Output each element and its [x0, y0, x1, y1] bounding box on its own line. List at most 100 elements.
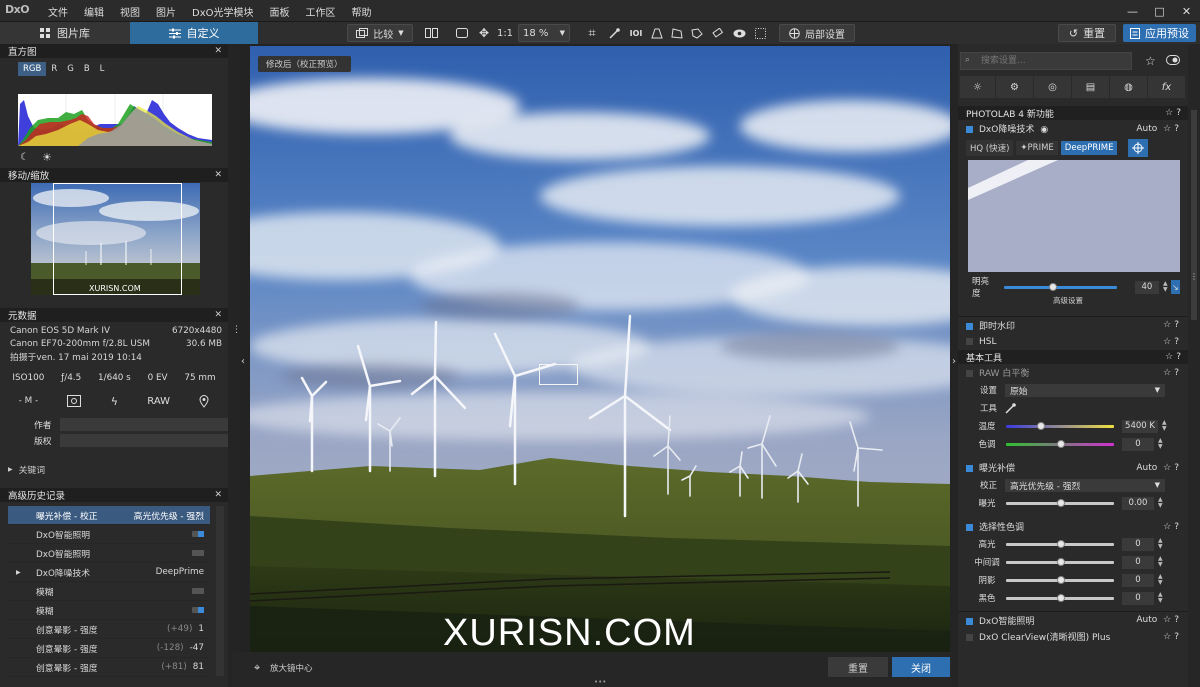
pin-icon[interactable]: ↘	[1170, 280, 1180, 294]
right-scrollbar[interactable]: ⋮	[1188, 44, 1200, 687]
help-icon[interactable]: ?	[1174, 632, 1182, 642]
help-icon[interactable]: ?	[1174, 368, 1182, 378]
star-icon[interactable]: ☆	[1163, 632, 1174, 642]
horizon-tool-button[interactable]: IOI	[625, 24, 647, 42]
slider-knob[interactable]	[1037, 421, 1045, 430]
enable-checkbox[interactable]	[966, 322, 973, 330]
help-icon[interactable]: ?	[1174, 522, 1182, 532]
color-palette-icon[interactable]: ⚙	[996, 76, 1033, 98]
enable-checkbox[interactable]	[966, 465, 973, 472]
moon-icon[interactable]: ☾	[20, 152, 29, 163]
channel-tab-g[interactable]: G	[62, 62, 79, 76]
picker-tool-button[interactable]	[604, 24, 624, 42]
image-viewer[interactable]: 修改后（校正预览） XURISN.COM	[250, 46, 950, 652]
enable-checkbox[interactable]	[966, 617, 973, 625]
history-item[interactable]: DxO智能照明	[8, 525, 210, 544]
help-icon[interactable]: ?	[1176, 352, 1184, 362]
tab-photo-library[interactable]: 图片库	[0, 22, 130, 44]
star-icon[interactable]: ☆	[1145, 54, 1156, 68]
enable-checkbox[interactable]	[966, 337, 973, 345]
slider-knob[interactable]	[1057, 498, 1065, 507]
history-item[interactable]: 创意晕影 - 强度 (+81) 81	[8, 658, 210, 677]
preview-button[interactable]	[729, 24, 749, 42]
selective-tone-slider[interactable]	[1006, 539, 1114, 548]
author-input[interactable]	[59, 417, 228, 431]
history-toggle[interactable]	[192, 531, 204, 537]
history-item[interactable]: DxO降噪技术 DeepPrime ▶	[8, 563, 210, 582]
history-item[interactable]: DxO智能照明	[8, 544, 210, 563]
denoise-auto[interactable]: Auto	[1136, 124, 1157, 134]
slider-knob[interactable]	[1049, 282, 1058, 291]
exposure-slider[interactable]	[1006, 498, 1114, 507]
star-icon[interactable]: ☆	[1165, 108, 1176, 118]
loupe-center-label[interactable]: 放大镜中心	[270, 662, 313, 674]
stepper-icon[interactable]: ▲ ▼	[1163, 281, 1169, 293]
help-icon[interactable]: ?	[1174, 463, 1182, 473]
mode-deepprime[interactable]: DeepPRIME	[1060, 141, 1118, 155]
sun-icon[interactable]: ☀	[42, 151, 52, 164]
history-item[interactable]: 模糊	[8, 582, 210, 601]
mode-hq[interactable]: HQ (快速)	[966, 140, 1014, 156]
clone-tool-button[interactable]	[687, 24, 707, 42]
history-scrollbar[interactable]	[216, 506, 224, 676]
menu-panels[interactable]: 面板	[262, 4, 298, 19]
detail-palette-icon[interactable]: ◎	[1034, 76, 1071, 98]
help-icon[interactable]: ?	[1176, 108, 1184, 118]
enable-checkbox[interactable]	[966, 126, 973, 133]
channel-tab-b[interactable]: B	[79, 62, 95, 76]
help-icon[interactable]: ?	[1174, 320, 1182, 330]
slider-knob[interactable]	[1057, 439, 1065, 448]
left-splitter[interactable]	[229, 44, 239, 687]
star-icon[interactable]: ☆	[1163, 522, 1174, 532]
brightness-slider[interactable]	[1004, 282, 1117, 291]
stepper-icon[interactable]: ▲ ▼	[1158, 497, 1164, 509]
eraser-tool-button[interactable]	[708, 24, 728, 42]
zoom-select[interactable]: 18 % ▼	[518, 24, 570, 42]
enable-checkbox[interactable]	[966, 524, 973, 531]
star-icon[interactable]: ☆	[1163, 124, 1174, 134]
pan-button[interactable]: ✥	[475, 24, 493, 42]
selective-tone-value[interactable]: 0	[1122, 591, 1154, 605]
stepper-icon[interactable]: ▲ ▼	[1158, 538, 1164, 550]
star-icon[interactable]: ☆	[1163, 463, 1174, 473]
star-icon[interactable]: ☆	[1165, 352, 1176, 362]
selective-tone-slider[interactable]	[1006, 557, 1114, 566]
perspective-tool-button[interactable]	[647, 24, 667, 42]
channel-tab-l[interactable]: L	[95, 62, 110, 76]
scrollbar-thumb[interactable]	[1191, 110, 1197, 320]
chevron-right-icon[interactable]: ▶	[16, 569, 21, 576]
channel-tab-rgb[interactable]: RGB	[18, 62, 47, 76]
help-icon[interactable]: ?	[1174, 124, 1182, 134]
help-icon[interactable]: ?	[1174, 337, 1182, 347]
history-item[interactable]: 创意晕影 - 强度 (-128) -47	[8, 639, 210, 658]
temperature-slider[interactable]	[1006, 421, 1114, 430]
slider-knob[interactable]	[1057, 539, 1065, 548]
eyedropper-icon[interactable]	[1005, 402, 1016, 414]
star-icon[interactable]: ☆	[1163, 320, 1174, 330]
fit-screen-button[interactable]	[453, 24, 471, 42]
enable-checkbox[interactable]	[966, 370, 973, 377]
history-item[interactable]: 曝光补偿 - 校正 高光优先级 - 强烈	[8, 506, 210, 525]
split-view-button[interactable]	[420, 24, 442, 42]
loupe-target-icon[interactable]	[1128, 139, 1149, 157]
wb-settings-select[interactable]: 原始 ▼	[1005, 383, 1165, 397]
star-icon[interactable]: ☆	[1163, 368, 1174, 378]
close-icon[interactable]: ✕	[214, 170, 222, 180]
stepper-icon[interactable]: ▲ ▼	[1162, 420, 1168, 432]
tint-slider[interactable]	[1006, 439, 1114, 448]
temperature-value[interactable]: 5400 K	[1122, 419, 1158, 433]
exposure-value[interactable]: 0.00	[1122, 496, 1154, 510]
history-toggle[interactable]	[192, 588, 204, 594]
tint-value[interactable]: 0	[1122, 437, 1154, 451]
collapse-left-icon[interactable]: ‹	[241, 356, 245, 367]
close-icon[interactable]: ✕	[214, 490, 222, 500]
navigator-thumbnail[interactable]: XURISN.COM	[31, 183, 200, 295]
crop-tool-button[interactable]: ⌗	[582, 24, 602, 42]
stepper-icon[interactable]: ▲ ▼	[1158, 438, 1164, 450]
channel-tab-r[interactable]: R	[46, 62, 62, 76]
viewer-close-button[interactable]: 关闭	[892, 657, 950, 677]
history-toggle[interactable]	[192, 550, 204, 556]
selective-tone-value[interactable]: 0	[1122, 555, 1154, 569]
menu-workspace[interactable]: 工作区	[298, 4, 344, 19]
history-item[interactable]: 模糊	[8, 601, 210, 620]
